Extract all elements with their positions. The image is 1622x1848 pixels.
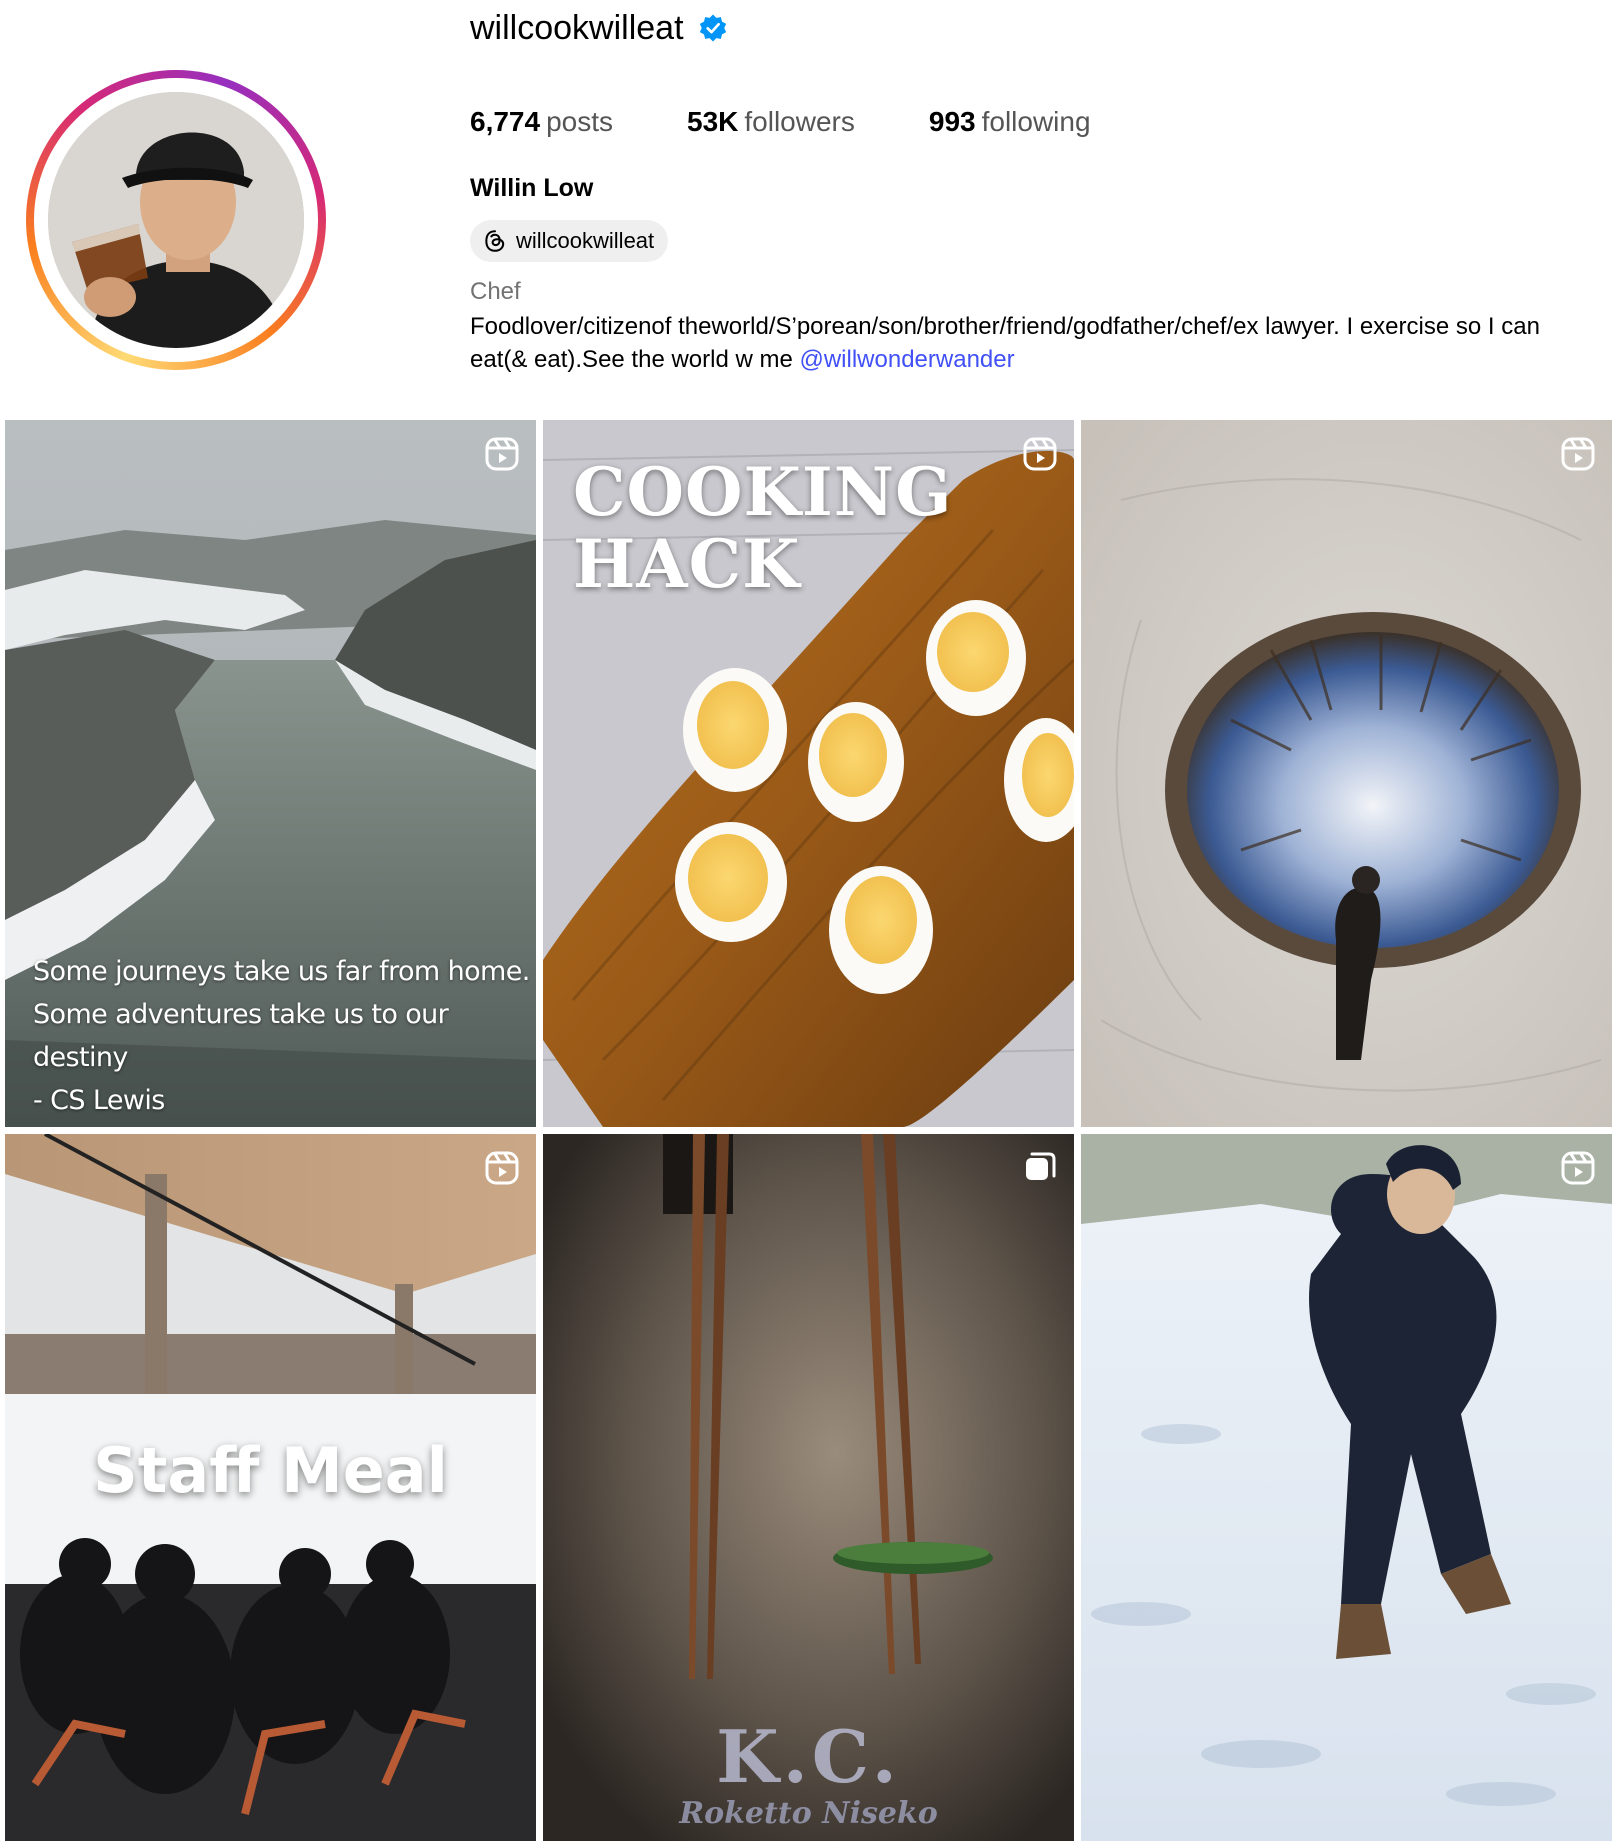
threads-link-button[interactable]: willcookwilleat (470, 220, 669, 262)
post-tile-6[interactable] (1081, 1134, 1612, 1841)
post-overlay-title: COOKING HACK (573, 453, 953, 603)
followers-stat[interactable]: 53K followers (687, 106, 855, 138)
profile-category: Chef (470, 278, 521, 305)
post-tile-2[interactable]: COOKING HACK (543, 420, 1074, 1127)
post-tile-4[interactable]: Staff Meal (5, 1134, 536, 1841)
post-overlay-subtitle: Roketto Niseko (679, 1796, 938, 1831)
story-ring[interactable] (26, 70, 326, 370)
following-count: 993 (928, 106, 976, 137)
profile-username: willcookwilleat (470, 8, 684, 47)
post-image-tiny-planet (1081, 420, 1612, 1127)
post-overlay-quote: Some journeys take us far from home. Som… (33, 956, 530, 1116)
posts-stat: 6,774 posts (470, 106, 613, 138)
following-stat[interactable]: 993 following (929, 106, 1091, 138)
verified-badge-icon (699, 14, 726, 42)
post-tile-3[interactable] (1081, 420, 1612, 1127)
profile-bio: Foodlover/citizenof theworld/S’porean/so… (470, 310, 1550, 376)
threads-icon (485, 230, 505, 252)
reel-icon (484, 436, 520, 472)
bio-mention-link[interactable]: @willwonderwander (799, 346, 1014, 373)
followers-count: 53K (687, 106, 739, 137)
reel-icon (1022, 436, 1058, 472)
posts-count: 6,774 (470, 106, 541, 137)
profile-full-name: Willin Low (470, 174, 594, 202)
post-tile-5[interactable]: K.C. Roketto Niseko (543, 1134, 1074, 1841)
reel-icon (1560, 436, 1596, 472)
reel-icon (484, 1150, 520, 1186)
posts-label: posts (546, 106, 614, 137)
profile-avatar[interactable] (48, 92, 304, 348)
threads-handle: willcookwilleat (516, 228, 655, 253)
username-row: willcookwilleat (470, 4, 728, 52)
avatar-photo (48, 92, 304, 348)
post-overlay-title: K.C. (716, 1714, 901, 1799)
post-overlay-title: Staff Meal (93, 1434, 448, 1507)
reel-icon (1560, 1150, 1596, 1186)
carousel-icon (1022, 1150, 1058, 1186)
post-tile-1[interactable]: Some journeys take us far from home. Som… (5, 420, 536, 1127)
followers-label: followers (744, 106, 855, 137)
profile-stats: 6,774 posts 53K followers 993 following (470, 100, 1165, 144)
following-label: following (981, 106, 1091, 137)
post-image-snow-walk (1081, 1134, 1612, 1841)
avatar-frame (34, 78, 318, 362)
